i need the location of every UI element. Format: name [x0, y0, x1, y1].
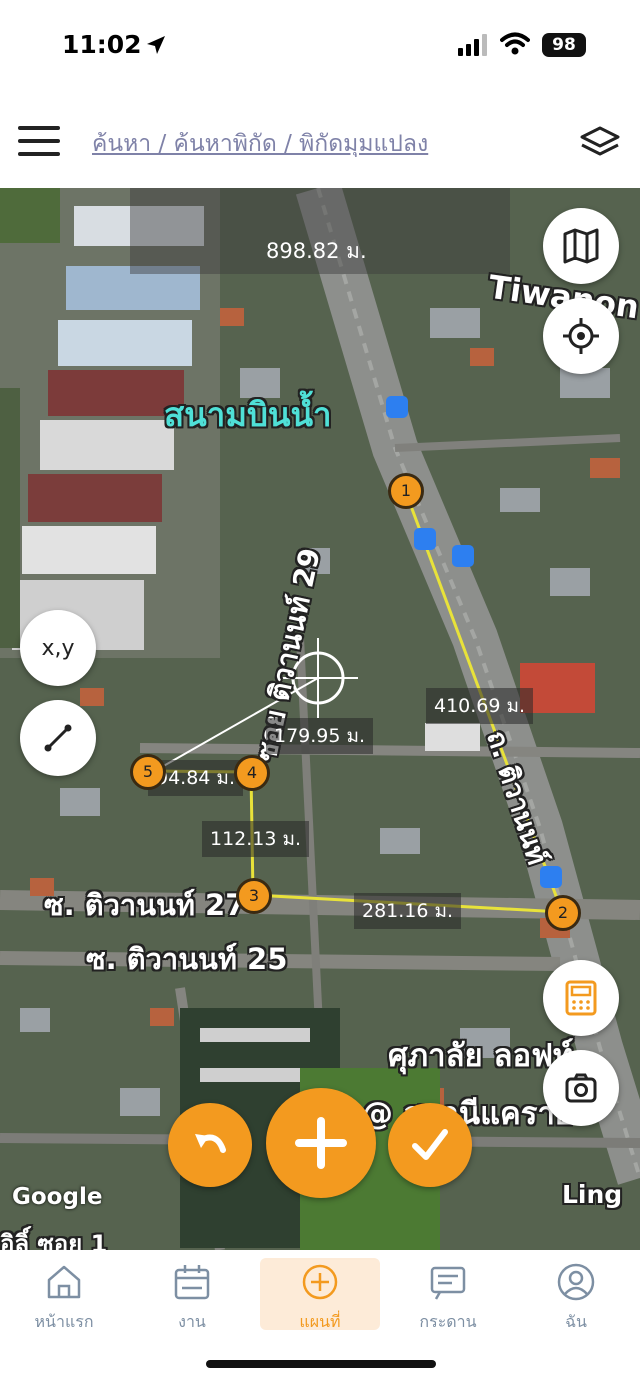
home-icon: [47, 1265, 81, 1299]
tab-jobs-label: งาน: [178, 1312, 206, 1331]
tab-me[interactable]: ฉัน: [516, 1258, 636, 1331]
tab-map[interactable]: แผนที่: [260, 1258, 380, 1331]
vertex-4[interactable]: 4: [234, 755, 270, 791]
board-icon: [430, 1266, 466, 1300]
vertex-1[interactable]: 1: [388, 473, 424, 509]
map-label-soi27: ซ. ติวานนท์ 27: [44, 888, 246, 922]
measure-line-button[interactable]: [20, 700, 96, 776]
my-location-button[interactable]: [543, 298, 619, 374]
battery-indicator: 98: [542, 33, 586, 57]
coordinates-label: x,y: [41, 635, 75, 661]
home-indicator: [206, 1360, 436, 1368]
calculator-icon: [565, 980, 597, 1016]
undo-button[interactable]: [168, 1103, 252, 1187]
calendar-icon: [174, 1265, 210, 1300]
app-header: ค้นหา / ค้นหาพิกัด / พิกัดมุมแปลง: [0, 96, 640, 188]
distance-center: 179.95 ม.: [266, 718, 374, 754]
map-label-airport: สนามบินน้ำ: [164, 395, 332, 434]
location-arrow-icon: [147, 36, 165, 54]
coordinates-button[interactable]: x,y: [20, 610, 96, 686]
wifi-icon: [500, 32, 530, 55]
user-icon: [557, 1263, 595, 1301]
calculator-button[interactable]: [543, 960, 619, 1036]
layers-icon[interactable]: [578, 124, 622, 164]
tab-map-label: แผนที่: [299, 1312, 341, 1331]
tab-board-label: กระดาน: [419, 1312, 477, 1331]
confirm-button[interactable]: [388, 1103, 472, 1187]
checkmark-icon: [412, 1129, 448, 1160]
distance-total: 898.82 ม.: [266, 239, 367, 263]
tab-home-label: หน้าแรก: [34, 1312, 94, 1331]
target-icon: [563, 318, 599, 354]
distance-2-3: 281.16 ม.: [354, 893, 462, 929]
map-view[interactable]: สนามบินน้ำ Tiwanon ซอย ติวานนท์ 29 ซ. ติ…: [0, 188, 640, 1250]
screenshot-button[interactable]: [543, 1050, 619, 1126]
tab-board[interactable]: กระดาน: [388, 1258, 508, 1331]
breadcrumb[interactable]: ค้นหา / ค้นหาพิกัด / พิกัดมุมแปลง: [92, 126, 428, 162]
tab-home[interactable]: หน้าแรก: [4, 1258, 124, 1331]
plus-icon: [295, 1117, 347, 1169]
tab-me-label: ฉัน: [565, 1312, 587, 1331]
vertex-3[interactable]: 3: [236, 878, 272, 914]
google-attribution: Google: [12, 1184, 103, 1210]
map-label-ling: Ling: [562, 1180, 623, 1209]
map-icon: [563, 228, 599, 264]
plus-circle-icon: [302, 1264, 338, 1300]
distance-1-2: 410.69 ม.: [426, 688, 534, 724]
tab-jobs[interactable]: งาน: [132, 1258, 252, 1331]
vertex-2[interactable]: 2: [545, 895, 581, 931]
map-type-button[interactable]: [543, 208, 619, 284]
map-label-soi25: ซ. ติวานนท์ 25: [86, 942, 288, 976]
status-time: 11:02: [62, 30, 142, 59]
camera-icon: [565, 1073, 597, 1103]
hamburger-menu-icon[interactable]: [18, 126, 60, 158]
map-label-bottom-left: อิลิ์ ซอย 1: [0, 1230, 108, 1250]
add-point-button[interactable]: [266, 1088, 376, 1198]
vertex-5[interactable]: 5: [130, 754, 166, 790]
distance-3-4: 112.13 ม.: [202, 821, 310, 857]
line-segment-icon: [44, 724, 72, 752]
status-bar: 11:02 98: [0, 0, 640, 96]
cellular-signal-icon: [458, 34, 487, 56]
undo-icon: [195, 1134, 226, 1153]
